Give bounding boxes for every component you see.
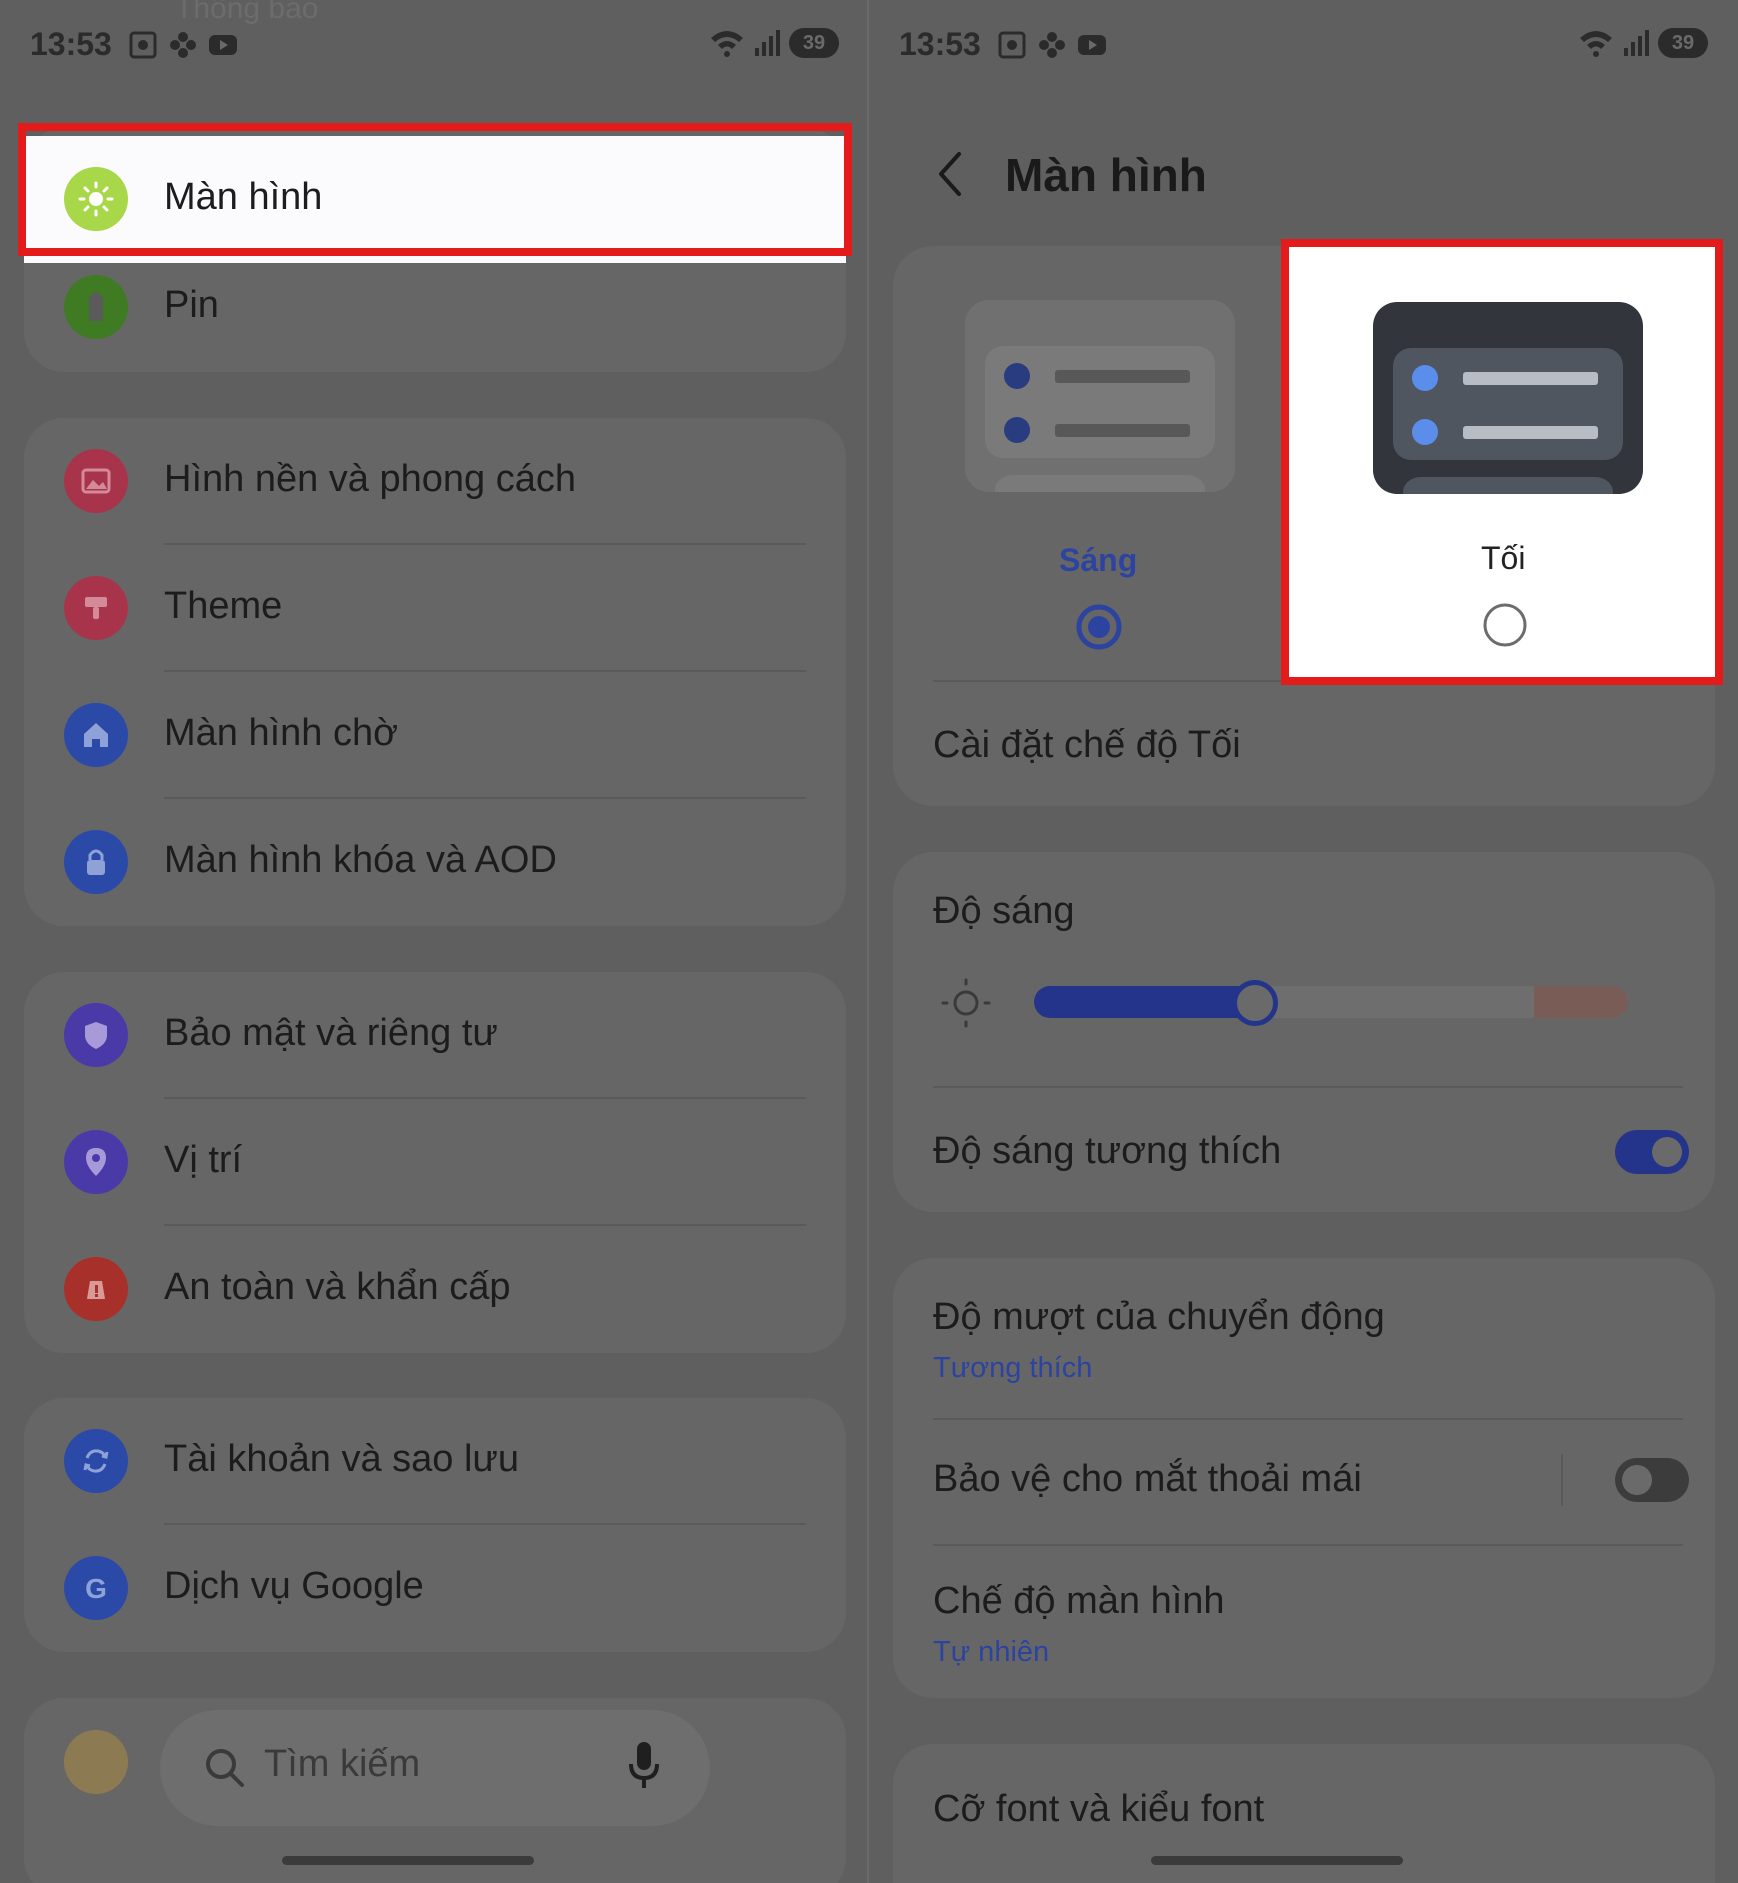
home-indicator[interactable]: [1151, 1856, 1403, 1865]
slider-extra-brightness-zone: [1534, 986, 1628, 1018]
status-time: 13:53: [30, 26, 112, 62]
settings-item-safety[interactable]: An toàn và khẩn cấp: [24, 1226, 846, 1353]
signal-icon: [1624, 30, 1649, 56]
brightness-card: Độ sáng Độ sáng tương thích: [893, 852, 1715, 1212]
settings-item-label: An toàn và khẩn cấp: [164, 1266, 511, 1308]
brightness-slider[interactable]: [1034, 980, 1628, 1026]
youtube-icon: [209, 35, 237, 55]
settings-list-panel: Thông báo 13:53 39 Màn hình Pin Hình nền…: [0, 0, 869, 1883]
home-icon: [64, 703, 128, 767]
page-title: Màn hình: [1005, 149, 1207, 201]
settings-card-4: Tài khoản và sao lưu G Dịch vụ Google: [24, 1398, 846, 1652]
eye-comfort-label: Bảo vệ cho mắt thoải mái: [933, 1458, 1362, 1500]
shield-icon: [64, 1003, 128, 1067]
google-icon: G: [64, 1556, 128, 1620]
settings-item-google[interactable]: G Dịch vụ Google: [24, 1525, 846, 1652]
settings-item-label: Tài khoản và sao lưu: [164, 1438, 519, 1480]
settings-item-label: Theme: [164, 585, 283, 627]
settings-item-wallpaper[interactable]: Hình nền và phong cách: [24, 418, 846, 545]
status-bar: 13:53 39: [899, 22, 1708, 72]
screenshot-icon: [998, 31, 1026, 59]
motion-smoothness-item[interactable]: Độ mượt của chuyển động Tương thích: [893, 1258, 1715, 1418]
dark-mode-settings-link[interactable]: Cài đặt chế độ Tối: [933, 724, 1241, 767]
location-pin-icon: [64, 1130, 128, 1194]
light-theme-radio[interactable]: [1075, 603, 1123, 651]
font-settings-item[interactable]: Cỡ font và kiểu font: [933, 1788, 1264, 1831]
wifi-icon: [1580, 31, 1612, 57]
display-settings-panel: 13:53 39 Màn hình Sáng Cài đặt chế độ Tố…: [869, 0, 1738, 1883]
settings-item-label: Vị trí: [164, 1139, 243, 1181]
lock-icon: [64, 830, 128, 894]
settings-item-label: Màn hình chờ: [164, 712, 399, 754]
status-time: 13:53: [899, 26, 981, 62]
screen-mode-value: Tự nhiên: [933, 1636, 1050, 1668]
screenshot-icon: [129, 31, 157, 59]
settings-item-lock-screen[interactable]: Màn hình khóa và AOD: [24, 799, 846, 926]
flower-icon: [170, 32, 196, 58]
settings-item-security[interactable]: Bảo mật và riêng tư: [24, 972, 846, 1099]
settings-item-battery[interactable]: Pin: [24, 244, 846, 371]
battery-icon: [64, 275, 128, 339]
back-arrow-icon[interactable]: [931, 148, 971, 200]
search-placeholder: Tìm kiếm: [264, 1743, 421, 1785]
settings-item-theme[interactable]: Theme: [24, 545, 846, 672]
signal-icon: [755, 30, 780, 56]
motion-smoothness-label: Độ mượt của chuyển động: [933, 1296, 1385, 1338]
toggle-knob: [1622, 1465, 1652, 1495]
microphone-icon[interactable]: [626, 1740, 662, 1792]
light-theme-preview: [965, 300, 1235, 492]
svg-text:G: G: [85, 1573, 107, 1604]
theme-option-light[interactable]: Sáng: [893, 246, 1304, 686]
highlight-frame: [1281, 239, 1723, 685]
wallpaper-icon: [64, 449, 128, 513]
eye-comfort-item[interactable]: Bảo vệ cho mắt thoải mái: [893, 1420, 1715, 1544]
youtube-icon: [1078, 35, 1106, 55]
settings-item-label: Hình nền và phong cách: [164, 458, 576, 500]
status-bar: 13:53 39: [30, 22, 839, 72]
home-indicator[interactable]: [282, 1856, 534, 1865]
settings-item-accounts[interactable]: Tài khoản và sao lưu: [24, 1398, 846, 1525]
screen-mode-label: Chế độ màn hình: [933, 1580, 1225, 1622]
settings-gear-icon: [64, 1730, 128, 1794]
highlight-frame: [18, 123, 852, 256]
search-icon: [206, 1749, 244, 1787]
settings-card-3: Bảo mật và riêng tư Vị trí An toàn và kh…: [24, 972, 846, 1353]
emergency-icon: [64, 1257, 128, 1321]
wifi-icon: [711, 31, 743, 57]
adaptive-brightness-label: Độ sáng tương thích: [933, 1130, 1282, 1172]
settings-item-location[interactable]: Vị trí: [24, 1099, 846, 1226]
screen-mode-item[interactable]: Chế độ màn hình Tự nhiên: [893, 1546, 1715, 1696]
settings-item-label: Pin: [164, 284, 219, 326]
vertical-divider: [1561, 1454, 1563, 1506]
motion-smoothness-value: Tương thích: [933, 1352, 1093, 1384]
brightness-sun-icon: [941, 978, 991, 1028]
search-bar[interactable]: Tìm kiếm: [160, 1710, 710, 1826]
settings-item-label: Bảo mật và riêng tư: [164, 1012, 498, 1054]
light-theme-label: Sáng: [1059, 542, 1138, 578]
settings-item-label: Dịch vụ Google: [164, 1565, 424, 1607]
theme-brush-icon: [64, 576, 128, 640]
display-options-card: Độ mượt của chuyển động Tương thích Bảo …: [893, 1258, 1715, 1698]
adaptive-brightness-toggle[interactable]: [1615, 1130, 1689, 1174]
sync-icon: [64, 1429, 128, 1493]
battery-indicator: 39: [1658, 28, 1708, 58]
eye-comfort-toggle[interactable]: [1615, 1458, 1689, 1502]
flower-icon: [1039, 32, 1065, 58]
settings-card-2: Hình nền và phong cách Theme Màn hình ch…: [24, 418, 846, 926]
battery-indicator: 39: [789, 28, 839, 58]
toggle-knob: [1652, 1137, 1682, 1167]
slider-thumb[interactable]: [1232, 980, 1278, 1026]
slider-fill: [1034, 986, 1254, 1018]
settings-item-label: Màn hình khóa và AOD: [164, 839, 557, 881]
brightness-label: Độ sáng: [933, 890, 1075, 932]
row-separator: [933, 1086, 1683, 1088]
settings-item-home-screen[interactable]: Màn hình chờ: [24, 672, 846, 799]
